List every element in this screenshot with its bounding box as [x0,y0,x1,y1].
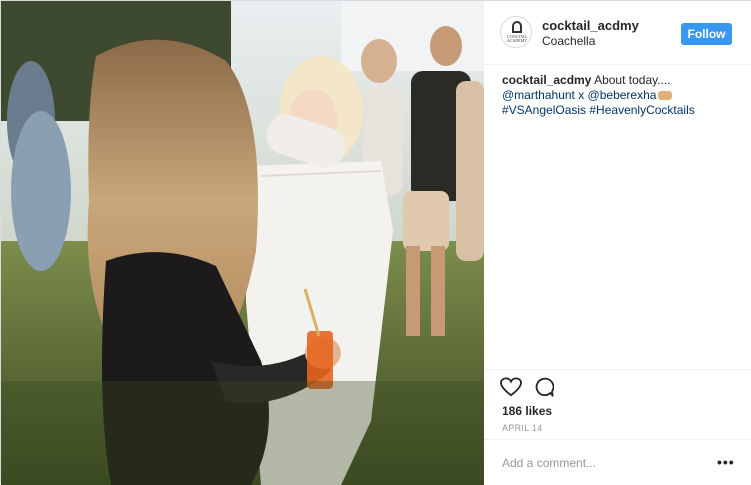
post-username[interactable]: cocktail_acdmy [542,18,639,33]
profile-avatar[interactable]: COCKTAIL ACADEMY [500,16,532,48]
post-sidebar: COCKTAIL ACADEMY cocktail_acdmy Coachell… [484,1,751,485]
caption-mentions[interactable]: @marthahunt x @beberexha [502,88,656,102]
follow-button[interactable]: Follow [681,23,732,45]
praying-hands-emoji-icon [658,91,673,100]
comment-input[interactable]: Add a comment... [502,456,596,470]
post-date: APRIL 14 [502,423,543,433]
post-caption: cocktail_acdmy About today.... @marthahu… [502,73,738,118]
photo-illustration [1,1,484,485]
more-options-icon[interactable]: ••• [717,454,735,470]
caption-username[interactable]: cocktail_acdmy [502,73,591,87]
heart-icon[interactable] [500,377,522,397]
post-header: COCKTAIL ACADEMY cocktail_acdmy Coachell… [484,1,751,65]
logo-icon [512,21,522,33]
add-comment-bar: Add a comment... ••• [484,439,751,485]
instagram-post: COCKTAIL ACADEMY cocktail_acdmy Coachell… [0,0,751,485]
action-divider [484,369,751,370]
avatar-logo-text: COCKTAIL ACADEMY [506,34,528,43]
post-photo[interactable] [1,1,484,485]
likes-count[interactable]: 186 likes [502,404,552,418]
post-location[interactable]: Coachella [542,34,595,48]
comment-bubble-icon[interactable] [534,377,554,397]
caption-text: About today.... [594,73,671,87]
caption-hashtags[interactable]: #VSAngelOasis #HeavenlyCocktails [502,103,695,117]
